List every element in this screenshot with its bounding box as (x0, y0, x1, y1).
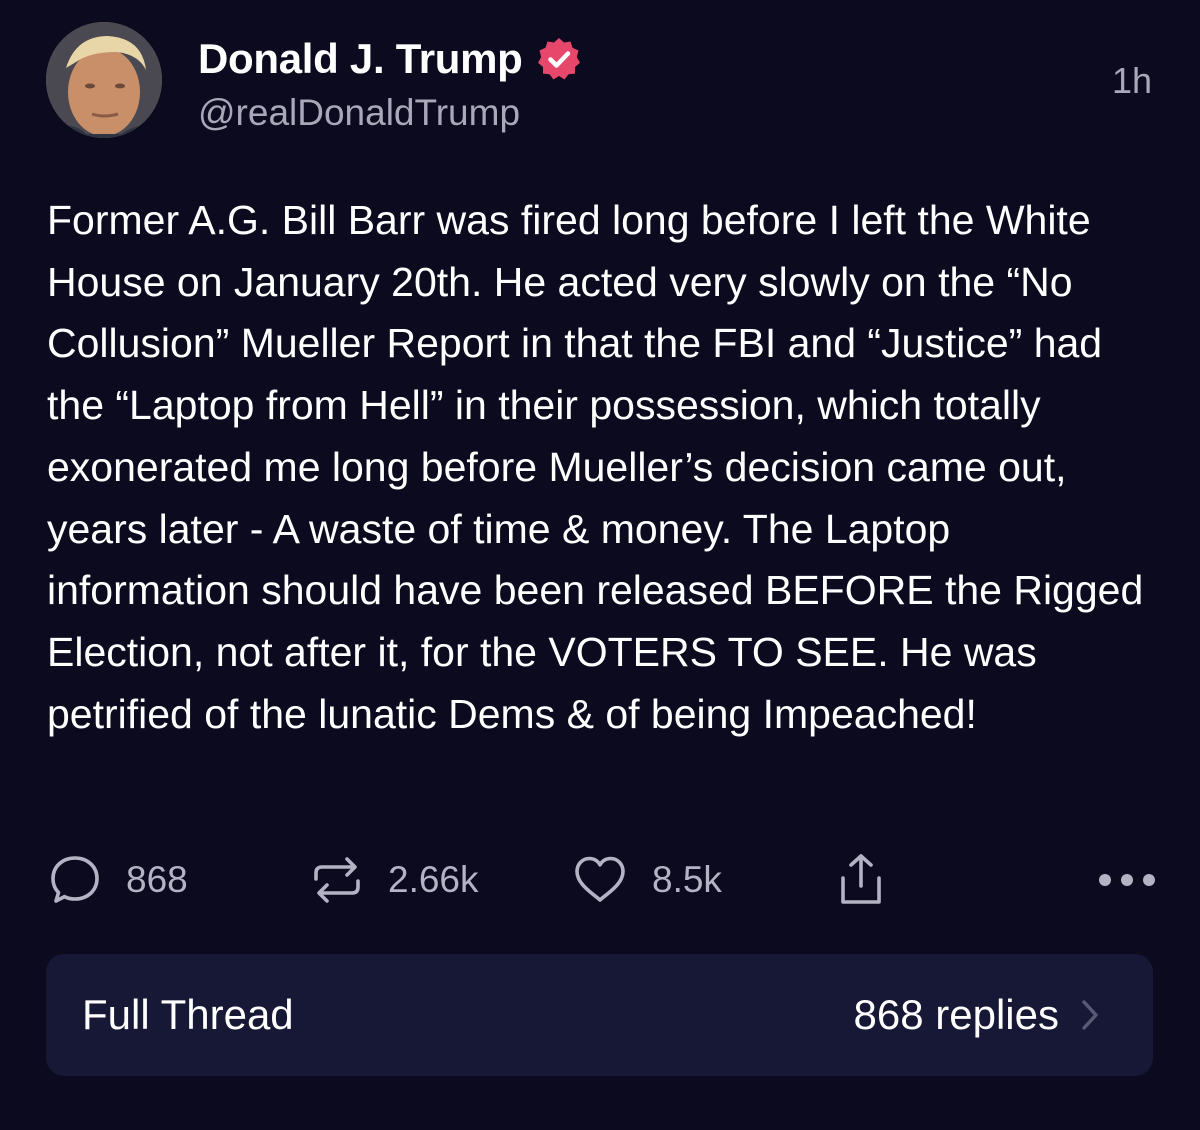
full-thread-button[interactable]: Full Thread 868 replies (46, 954, 1153, 1076)
avatar-portrait-icon (46, 22, 162, 138)
more-dots-icon (1099, 874, 1155, 886)
repost-button[interactable]: 2.66k (310, 850, 479, 910)
more-options-button[interactable] (1098, 850, 1156, 910)
reply-count: 868 (126, 859, 188, 900)
author-handle[interactable]: @realDonaldTrump (198, 92, 520, 134)
repost-count: 2.66k (388, 859, 479, 900)
author-display-name[interactable]: Donald J. Trump (198, 35, 523, 83)
verified-badge-icon (535, 35, 583, 83)
repost-icon (314, 857, 360, 903)
reply-button[interactable]: 868 (48, 850, 188, 910)
thread-replies-count: 868 replies (853, 991, 1059, 1038)
author-name-row: Donald J. Trump (198, 34, 583, 84)
share-button[interactable] (838, 850, 884, 910)
heart-icon (575, 856, 625, 902)
post-timestamp: 1h (1111, 60, 1152, 101)
post-text: Former A.G. Bill Barr was fired long bef… (47, 197, 1144, 737)
chevron-right-icon (1082, 1000, 1098, 1030)
full-thread-label: Full Thread (82, 991, 294, 1038)
like-count: 8.5k (652, 859, 722, 900)
like-button[interactable]: 8.5k (572, 850, 722, 910)
share-icon (841, 854, 881, 904)
reply-icon (51, 856, 99, 903)
action-bar: 868 2.66k 8.5k (48, 850, 1156, 910)
avatar[interactable] (46, 22, 162, 138)
